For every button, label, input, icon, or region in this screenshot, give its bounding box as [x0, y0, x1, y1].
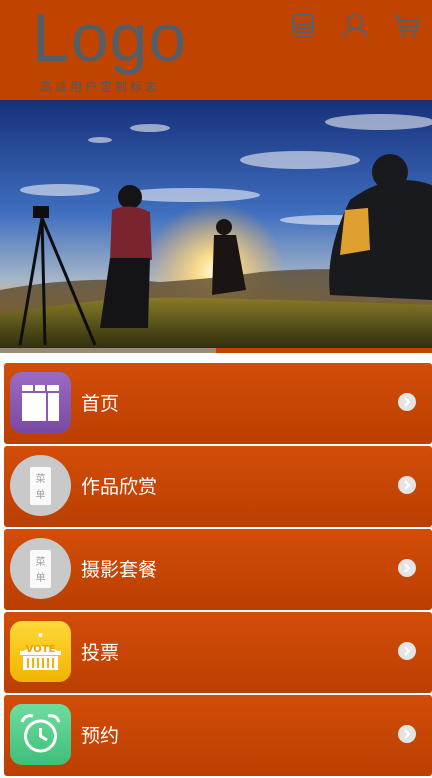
menu-card-icon: 菜 单: [10, 455, 71, 516]
menu-item-packages[interactable]: 菜 单 摄影套餐: [4, 529, 432, 610]
menu-item-booking[interactable]: 预约: [4, 695, 432, 776]
menu-item-home[interactable]: 首页: [4, 363, 432, 444]
menu-label-home: 首页: [81, 393, 120, 415]
database-icon[interactable]: [289, 12, 317, 40]
menu-item-works[interactable]: 菜 单 作品欣赏: [4, 446, 432, 527]
header: Logo 高端用户定制标志: [0, 0, 432, 100]
chevron-right-icon: [398, 559, 416, 577]
banner-image[interactable]: [0, 100, 432, 352]
cart-icon[interactable]: [393, 12, 421, 40]
menu-label-vote: 投票: [81, 642, 120, 664]
menu-list: 首页 菜 单 作品欣赏 菜 单 摄影套餐 VOTE 投票 预约: [4, 363, 432, 778]
menu-card-text-2: 单: [36, 489, 46, 501]
menu-card-icon: 菜 单: [10, 538, 71, 599]
logo-subtitle: 高端用户定制标志: [40, 80, 161, 94]
alarm-clock-icon: [10, 704, 71, 765]
menu-card-text-1: 菜: [36, 556, 46, 568]
vote-text: VOTE: [26, 644, 56, 655]
chevron-right-icon: [398, 476, 416, 494]
slide-indicator-active[interactable]: [216, 348, 432, 353]
banner-slide-indicator: [0, 348, 432, 353]
chevron-right-icon: [398, 642, 416, 660]
menu-item-vote[interactable]: VOTE 投票: [4, 612, 432, 693]
chevron-right-icon: [398, 725, 416, 743]
user-icon[interactable]: [341, 12, 369, 40]
home-grid-icon: [10, 372, 71, 433]
menu-card-text-1: 菜: [36, 473, 46, 485]
logo[interactable]: Logo: [32, 0, 187, 82]
menu-label-packages: 摄影套餐: [81, 559, 158, 581]
menu-card-text-2: 单: [36, 572, 46, 584]
menu-label-works: 作品欣赏: [81, 476, 158, 498]
menu-label-booking: 预约: [81, 725, 120, 747]
vote-box-icon: VOTE: [10, 621, 71, 682]
chevron-right-icon: [398, 393, 416, 411]
